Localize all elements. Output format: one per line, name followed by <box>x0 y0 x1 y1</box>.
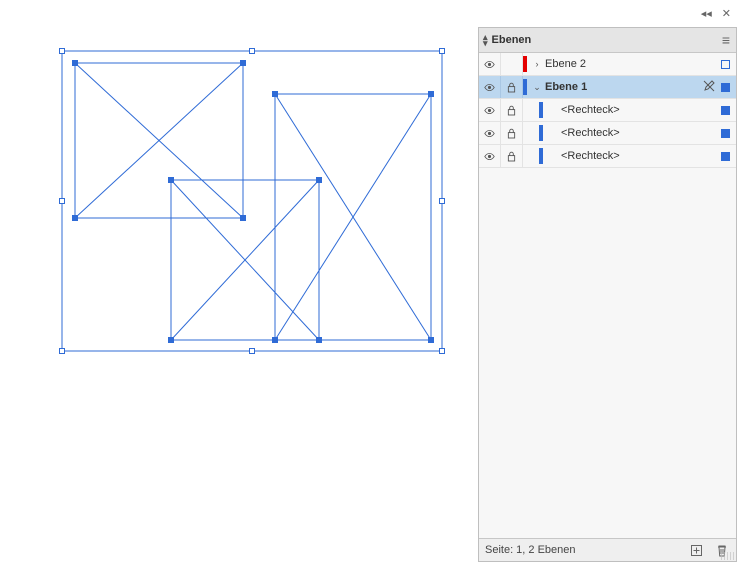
updown-icon: ▴▾ <box>483 34 488 46</box>
canvas[interactable] <box>0 0 460 400</box>
selection-marker[interactable] <box>721 60 730 69</box>
visibility-toggle[interactable] <box>479 122 501 144</box>
new-layer-button[interactable] <box>688 542 704 558</box>
layer-color-swatch <box>539 148 543 164</box>
panel-menu-icon[interactable]: ≡ <box>722 33 730 47</box>
selection-marker[interactable] <box>721 152 730 161</box>
visibility-toggle[interactable] <box>479 99 501 121</box>
lock-toggle[interactable] <box>501 122 523 144</box>
layer-name[interactable]: <Rechteck> <box>559 150 721 162</box>
layer-child-row[interactable]: <Rechteck> <box>479 122 736 145</box>
lock-toggle[interactable] <box>501 76 523 98</box>
layer-color-swatch <box>523 56 527 72</box>
lock-toggle[interactable] <box>501 99 523 121</box>
layer-list: ›Ebene 2⌄Ebene 1<Rechteck><Rechteck><Rec… <box>479 53 736 538</box>
panel-topbar: ◂◂ ✕ <box>478 5 737 23</box>
layer-name[interactable]: <Rechteck> <box>559 127 721 139</box>
layer-color-swatch <box>523 79 527 95</box>
collapse-icon[interactable]: ◂◂ <box>701 9 712 20</box>
layer-name[interactable]: Ebene 1 <box>543 81 703 93</box>
visibility-toggle[interactable] <box>479 53 501 75</box>
visibility-toggle[interactable] <box>479 145 501 167</box>
layer-row[interactable]: ›Ebene 2 <box>479 53 736 76</box>
panel-footer: Seite: 1, 2 Ebenen <box>479 538 736 561</box>
selection-marker[interactable] <box>721 106 730 115</box>
layer-color-swatch <box>539 102 543 118</box>
panel-title: Ebenen <box>492 34 532 46</box>
selection-marker[interactable] <box>721 129 730 138</box>
footer-status: Seite: 1, 2 Ebenen <box>485 544 678 556</box>
panel-header: ▴▾ Ebenen ≡ <box>479 28 736 53</box>
edit-disabled-icon <box>703 80 715 95</box>
layer-name[interactable]: <Rechteck> <box>559 104 721 116</box>
panel-tab[interactable]: ▴▾ Ebenen <box>485 34 531 46</box>
lock-toggle[interactable] <box>501 145 523 167</box>
resize-grip[interactable] <box>721 552 735 560</box>
visibility-toggle[interactable] <box>479 76 501 98</box>
layer-child-row[interactable]: <Rechteck> <box>479 99 736 122</box>
layer-row[interactable]: ⌄Ebene 1 <box>479 76 736 99</box>
layer-name[interactable]: Ebene 2 <box>543 58 721 70</box>
close-icon[interactable]: ✕ <box>722 9 731 20</box>
chevron-right-icon[interactable]: › <box>531 59 543 69</box>
selection-marker[interactable] <box>721 83 730 92</box>
layer-color-swatch <box>539 125 543 141</box>
chevron-down-icon[interactable]: ⌄ <box>531 82 543 93</box>
layers-panel: ▴▾ Ebenen ≡ ›Ebene 2⌄Ebene 1<Rechteck><R… <box>478 27 737 562</box>
layer-child-row[interactable]: <Rechteck> <box>479 145 736 168</box>
lock-toggle[interactable] <box>501 53 523 75</box>
